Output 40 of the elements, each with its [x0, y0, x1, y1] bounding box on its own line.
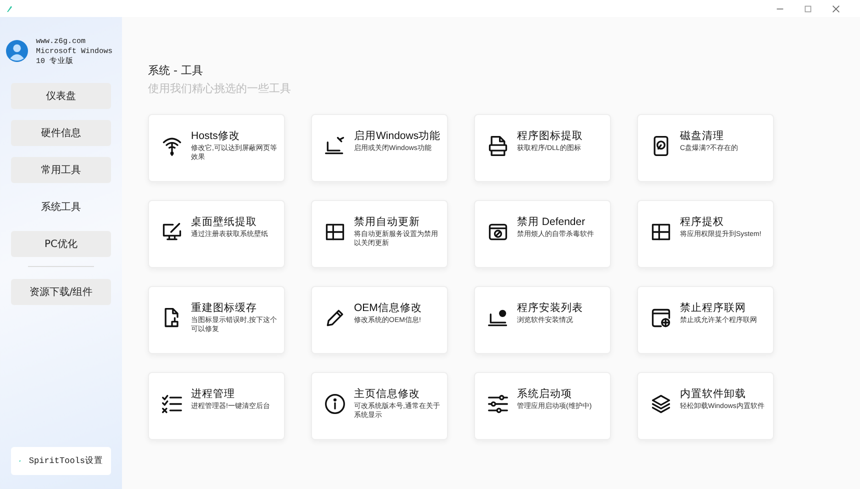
nav-item[interactable]: 系统工具	[11, 194, 111, 220]
info-icon	[324, 393, 346, 415]
tool-title: 桌面壁纸提取	[191, 215, 258, 229]
nav-item[interactable]: 硬件信息	[11, 120, 111, 146]
windows-icon	[324, 221, 346, 243]
window-globe-icon	[650, 307, 672, 329]
tool-title: 禁用自动更新	[354, 215, 421, 229]
maximize-icon[interactable]	[804, 4, 812, 12]
app-icon	[5, 4, 13, 12]
tool-title: 禁止程序联网	[680, 301, 747, 315]
nav-item[interactable]: PC优化	[11, 231, 111, 257]
tool-title: 主页信息修改	[354, 387, 421, 401]
nav-item[interactable]: 资源下载/组件	[11, 279, 111, 305]
tool-title: 启用Windows功能	[354, 129, 441, 143]
checklist-icon	[161, 393, 183, 415]
wifi-icon	[161, 135, 183, 157]
tool-title: 进程管理	[191, 387, 236, 401]
window-block-icon	[487, 221, 509, 243]
layers-icon	[650, 393, 672, 415]
tool-title: 程序图标提取	[517, 129, 583, 143]
tool-title: Hosts修改	[191, 129, 241, 143]
monitor-pen-icon	[161, 221, 183, 243]
pencil-icon	[324, 307, 346, 329]
tool-title: 重建图标缓存	[191, 301, 258, 315]
sliders-icon	[487, 393, 509, 415]
page-title: 系统 - 工具	[148, 63, 204, 78]
windows-icon	[650, 221, 672, 243]
page-subtitle: 使用我们精心挑选的一些工具	[148, 81, 292, 96]
tool-title: 磁盘清理	[680, 129, 725, 143]
tool-title: OEM信息修改	[354, 301, 422, 315]
tool-title: 内置软件卸载	[680, 387, 747, 401]
tool-title: 程序提权	[680, 215, 725, 229]
tool-title: 系统启动项	[517, 387, 573, 401]
nav-item[interactable]: 仪表盘	[11, 83, 111, 109]
tool-title: 禁用 Defender	[517, 215, 586, 229]
settings-button[interactable]: SpiritTools设置	[11, 447, 111, 475]
close-icon[interactable]	[832, 4, 840, 12]
nav-item[interactable]: 常用工具	[11, 157, 111, 183]
tool-title: 程序安装列表	[517, 301, 583, 315]
avatar-icon	[6, 40, 28, 62]
